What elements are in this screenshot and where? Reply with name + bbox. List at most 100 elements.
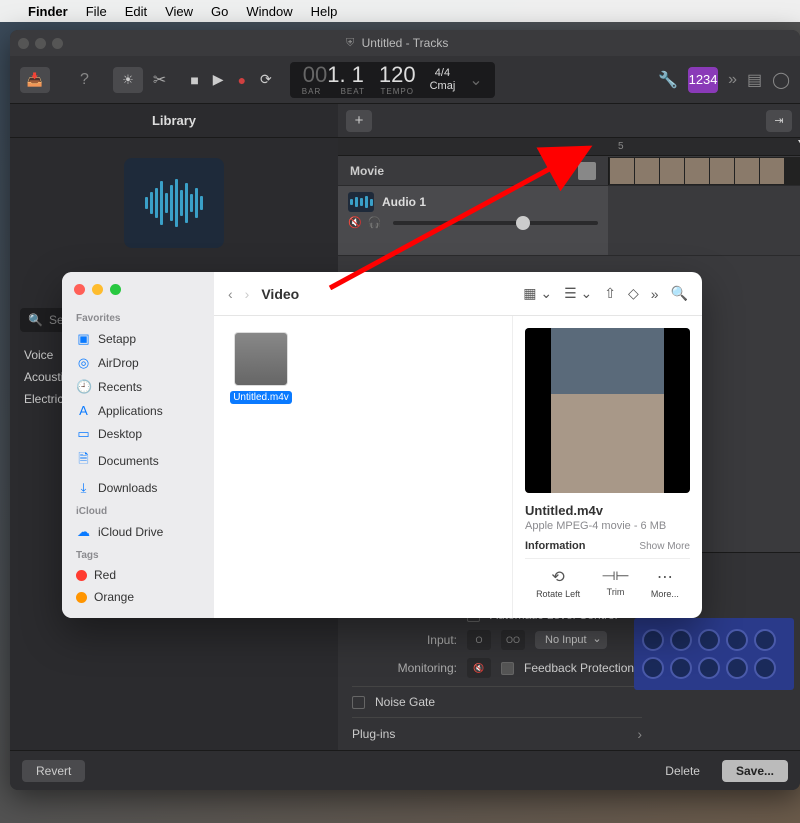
share-button[interactable]: ⇧: [604, 285, 616, 302]
movie-clip[interactable]: [608, 157, 800, 185]
sidebar-item-desktop[interactable]: ▭Desktop: [62, 422, 214, 446]
add-track-button[interactable]: +: [346, 110, 372, 132]
amp-panel[interactable]: [634, 618, 794, 690]
file-name-label: Untitled.m4v: [230, 391, 292, 404]
save-button[interactable]: Save...: [722, 760, 788, 782]
stop-button[interactable]: ■: [190, 72, 198, 88]
library-patch-icon: [124, 158, 224, 248]
airdrop-icon: ◎: [76, 355, 91, 371]
tag-dot: [76, 592, 87, 603]
more-button[interactable]: ⋯More...: [651, 567, 679, 599]
chevron-down-icon[interactable]: ⌄: [469, 70, 482, 90]
sidebar-item-downloads[interactable]: ⤓Downloads: [62, 476, 214, 500]
app-name[interactable]: Finder: [28, 4, 68, 19]
input-select[interactable]: No Input: [535, 631, 607, 649]
notes-icon[interactable]: ▤: [747, 70, 762, 90]
sidebar-tag-red[interactable]: Red: [62, 564, 214, 586]
waveform-icon: [145, 179, 203, 227]
applications-icon: A: [76, 403, 91, 418]
mute-button[interactable]: 🔇: [348, 216, 362, 229]
menu-help[interactable]: Help: [311, 4, 338, 19]
tags-button[interactable]: ◇: [628, 285, 639, 302]
search-icon[interactable]: 🔍: [671, 285, 688, 302]
movie-track-row[interactable]: Movie: [338, 156, 800, 186]
movie-thumbnail: [578, 162, 596, 180]
mac-menubar: Finder File Edit View Go Window Help: [0, 0, 800, 22]
window-controls[interactable]: [18, 38, 63, 49]
preview-filename: Untitled.m4v: [525, 503, 690, 518]
filter-button[interactable]: ⇥: [766, 110, 792, 132]
timeline-ruler[interactable]: 5: [338, 138, 800, 156]
scissors-icon[interactable]: ✂: [153, 70, 166, 90]
transport-controls: ■ ▶ ● ⟳: [190, 71, 271, 88]
menu-file[interactable]: File: [86, 4, 107, 19]
rotate-left-button[interactable]: ⟲Rotate Left: [536, 567, 580, 599]
show-more-link[interactable]: Show More: [639, 541, 690, 552]
gb-toolbar: 📥 ? ☀ ✂ ■ ▶ ● ⟳ 001. 1BAR BEAT 120TEMPO …: [10, 56, 800, 104]
sidebar-item-documents[interactable]: 🗎Documents: [62, 446, 214, 476]
sidebar-section: iCloud: [62, 500, 214, 520]
sidebar-item-setapp[interactable]: ▣Setapp: [62, 327, 214, 351]
preview-image: [525, 328, 690, 493]
search-icon: 🔍: [28, 313, 43, 327]
monitoring-toggle[interactable]: 🔇: [467, 658, 491, 678]
feedback-checkbox[interactable]: [501, 662, 514, 675]
count-in-button[interactable]: 1234: [688, 67, 718, 93]
gb-titlebar: ⛨ Untitled - Tracks: [10, 30, 800, 56]
volume-slider[interactable]: [393, 221, 598, 225]
menu-edit[interactable]: Edit: [125, 4, 147, 19]
sidebar-item-airdrop[interactable]: ◎AirDrop: [62, 351, 214, 375]
overflow-icon[interactable]: »: [651, 286, 659, 302]
library-toggle-button[interactable]: 📥: [20, 67, 50, 93]
file-thumbnail: [234, 332, 288, 386]
record-button[interactable]: ●: [238, 72, 246, 88]
view-icons-button[interactable]: ▦ ⌄: [523, 285, 552, 302]
noise-gate-checkbox[interactable]: [352, 696, 365, 709]
gb-footer: Revert Delete Save...: [10, 750, 800, 790]
menu-view[interactable]: View: [165, 4, 193, 19]
trim-icon: ⟞⟝: [602, 567, 629, 585]
window-title: Untitled - Tracks: [362, 36, 449, 50]
window-controls[interactable]: [62, 282, 214, 307]
trim-button[interactable]: ⟞⟝Trim: [602, 567, 629, 599]
file-item[interactable]: Untitled.m4v: [230, 332, 292, 404]
audio-track-row[interactable]: Audio 1 🔇 🎧: [338, 186, 800, 256]
chevron-right-icon: ›: [637, 726, 642, 742]
forward-button[interactable]: ›: [245, 286, 250, 302]
plugins-row[interactable]: Plug-ins›: [352, 717, 642, 742]
finder-sidebar: Favorites ▣Setapp ◎AirDrop 🕘Recents AApp…: [62, 272, 214, 618]
lcd-display[interactable]: 001. 1BAR BEAT 120TEMPO 4/4Cmaj ⌄: [290, 62, 495, 98]
more-icon: ⋯: [651, 567, 679, 587]
preview-pane: Untitled.m4v Apple MPEG-4 movie - 6 MB I…: [512, 316, 702, 618]
group-button[interactable]: ☰ ⌄: [564, 285, 592, 302]
tuner-button[interactable]: ☀: [113, 67, 143, 93]
audio-track-icon: [348, 192, 374, 212]
delete-button[interactable]: Delete: [651, 760, 714, 782]
sidebar-item-applications[interactable]: AApplications: [62, 399, 214, 422]
menu-window[interactable]: Window: [246, 4, 292, 19]
downloads-icon: ⤓: [76, 480, 91, 496]
desktop-icon: ▭: [76, 426, 91, 442]
cycle-button[interactable]: ⟳: [260, 71, 272, 88]
library-title: Library: [10, 104, 338, 138]
revert-button[interactable]: Revert: [22, 760, 85, 782]
cloud-icon: ☁: [76, 524, 91, 540]
headphones-icon[interactable]: 🎧: [368, 216, 382, 229]
play-button[interactable]: ▶: [213, 71, 224, 88]
help-icon[interactable]: ?: [80, 71, 89, 89]
rotate-icon: ⟲: [536, 567, 580, 587]
sidebar-item-recents[interactable]: 🕘Recents: [62, 375, 214, 399]
back-button[interactable]: ‹: [228, 286, 233, 302]
loop-browser-icon[interactable]: ◯: [772, 70, 790, 90]
sidebar-item-icloud[interactable]: ☁iCloud Drive: [62, 520, 214, 544]
input-mono-button[interactable]: O: [467, 630, 491, 650]
overflow-icon[interactable]: »: [728, 71, 737, 89]
input-stereo-button[interactable]: OO: [501, 630, 525, 650]
preview-meta: Apple MPEG-4 movie - 6 MB: [525, 520, 690, 532]
sidebar-tag-orange[interactable]: Orange: [62, 586, 214, 608]
finder-toolbar: ‹ › Video ▦ ⌄ ☰ ⌄ ⇧ ◇ » 🔍: [214, 272, 702, 316]
tool-icon[interactable]: 🔧: [658, 70, 678, 90]
documents-icon: 🗎: [76, 450, 91, 472]
file-grid[interactable]: Untitled.m4v: [214, 316, 512, 618]
menu-go[interactable]: Go: [211, 4, 228, 19]
